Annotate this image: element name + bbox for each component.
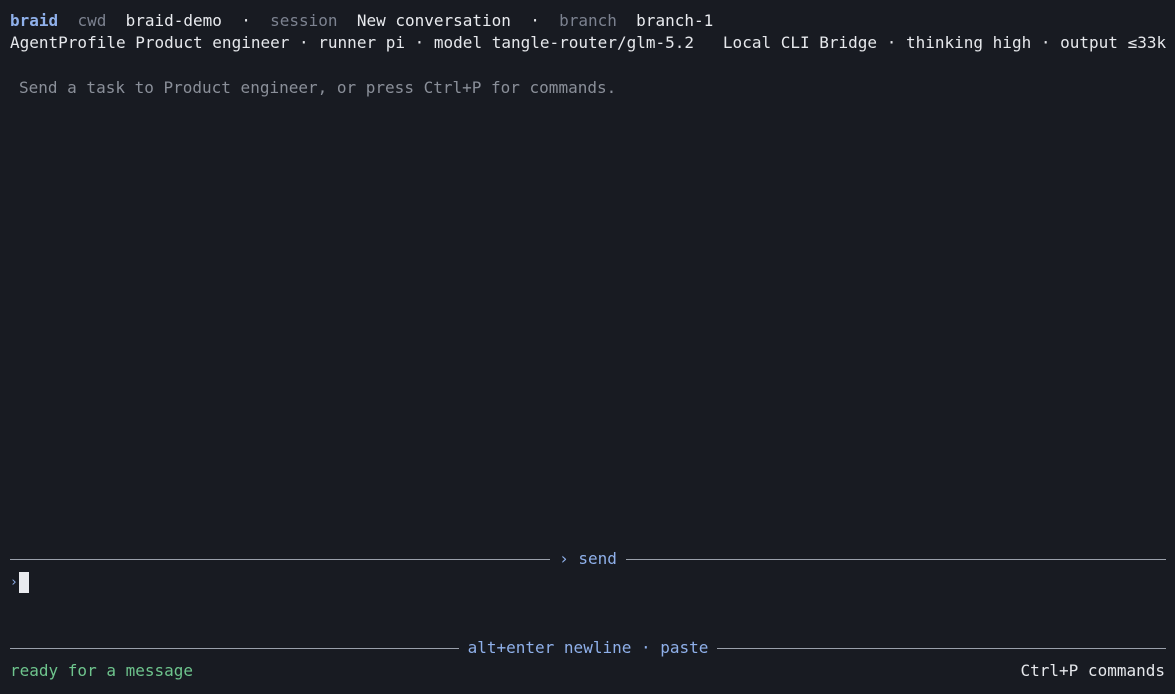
send-divider: › send	[10, 548, 1167, 570]
runner-value: pi	[385, 33, 405, 52]
output-value: ≤33k	[1127, 33, 1167, 52]
divider-rule	[625, 558, 1167, 560]
session-label: session	[270, 11, 338, 30]
bridge-label: Local CLI Bridge	[722, 33, 878, 52]
thinking-label: thinking	[905, 33, 984, 52]
keyboard-hint: alt+enter newline · paste	[467, 638, 709, 657]
separator: ·	[414, 33, 425, 52]
model-label: model	[433, 33, 483, 52]
cwd-label: cwd	[77, 11, 107, 30]
prompt-chevron-icon: ›	[10, 574, 18, 590]
profile-value: Product engineer	[135, 33, 290, 52]
app-name: braid	[10, 11, 59, 30]
branch-value: branch-1	[636, 11, 714, 30]
text-cursor	[19, 571, 29, 593]
separator: ·	[530, 11, 540, 30]
runner-label: runner	[318, 33, 377, 52]
model-value: tangle-router/glm-5.2	[491, 33, 695, 52]
hint-divider: alt+enter newline · paste	[10, 637, 1167, 659]
session-value: New conversation	[356, 11, 511, 30]
cwd-value: braid-demo	[125, 11, 222, 30]
divider-rule	[10, 558, 551, 560]
output-label: output	[1060, 33, 1118, 52]
send-button[interactable]: › send	[550, 548, 626, 570]
separator: ·	[886, 33, 897, 52]
separator: ·	[1040, 33, 1051, 52]
divider-rule	[717, 647, 1167, 649]
commands-shortcut[interactable]: Ctrl+P commands	[1021, 660, 1166, 682]
empty-state-placeholder: Send a task to Product engineer, or pres…	[19, 78, 617, 97]
profile-bar: AgentProfile Product engineer · runner p…	[10, 32, 1166, 54]
separator: ·	[299, 33, 309, 52]
header-bar: braid cwd braid-demo · session New conve…	[10, 10, 713, 32]
message-input[interactable]: ›	[10, 571, 29, 593]
status-text: ready for a message	[10, 661, 194, 680]
profile-label: AgentProfile	[10, 33, 126, 52]
separator: ·	[241, 11, 251, 30]
divider-rule	[10, 647, 459, 649]
branch-label: branch	[559, 11, 617, 30]
thinking-value: high	[992, 33, 1032, 52]
